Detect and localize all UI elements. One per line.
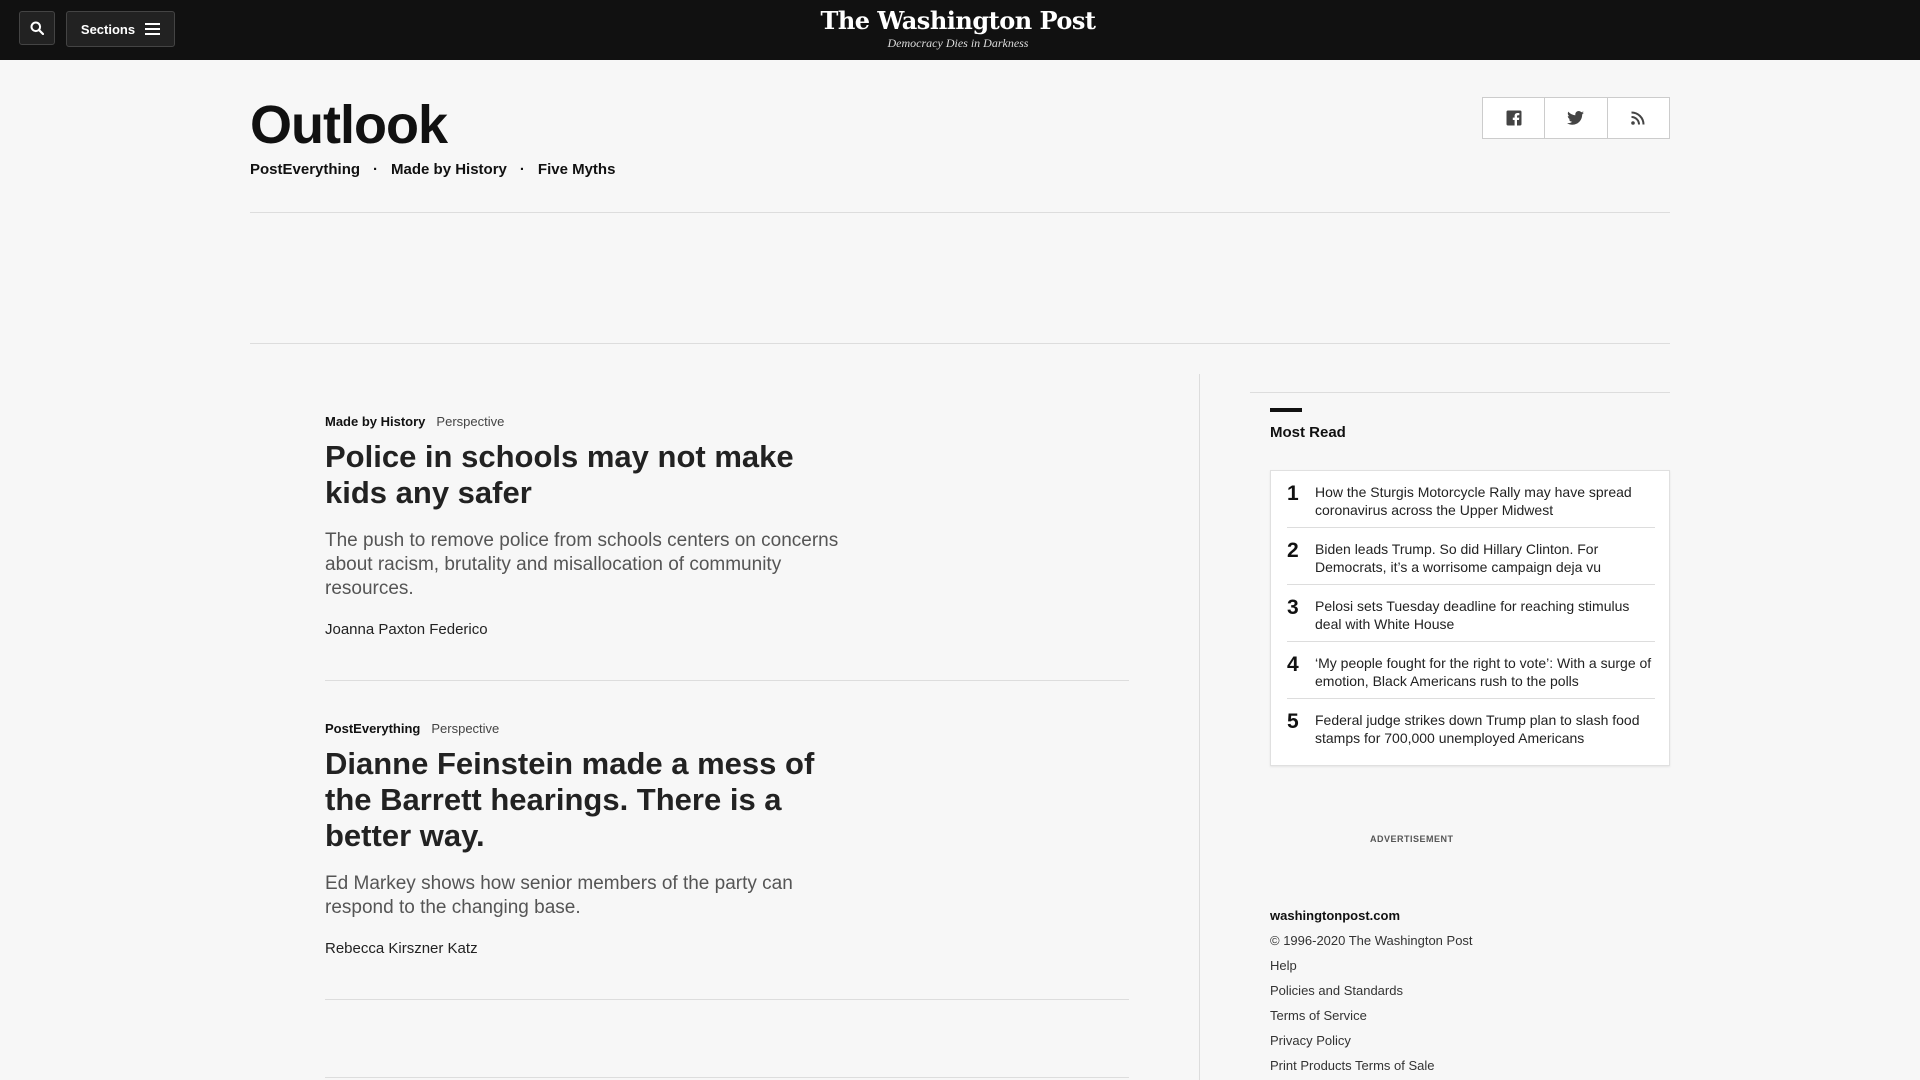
most-read-rank: 1: [1287, 482, 1299, 505]
footer-copyright: © 1996-2020 The Washington Post: [1270, 933, 1473, 948]
kicker-type: Perspective: [436, 414, 505, 429]
subnav-link-posteverything[interactable]: PostEverything: [250, 161, 360, 178]
sections-menu-button[interactable]: Sections: [66, 11, 175, 47]
footer-link-help[interactable]: Help: [1270, 958, 1297, 973]
article-blurb: The push to remove police from schools c…: [325, 530, 839, 599]
footer-site-name[interactable]: washingtonpost.com: [1270, 903, 1473, 928]
kicker-section-link[interactable]: Made by History: [325, 414, 425, 429]
article-divider: [325, 680, 1129, 681]
article-card[interactable]: PostEverything Perspective Dianne Feinst…: [325, 721, 1129, 957]
most-read-item[interactable]: 2 Biden leads Trump. So did Hillary Clin…: [1287, 528, 1655, 585]
article-headline[interactable]: Dianne Feinstein made a mess of the Barr…: [325, 746, 845, 854]
share-buttons: [1482, 97, 1670, 139]
most-read-list: 1 How the Sturgis Motorcycle Rally may h…: [1270, 470, 1670, 766]
subnav-link-five-myths[interactable]: Five Myths: [538, 161, 616, 178]
footer: washingtonpost.com © 1996-2020 The Washi…: [1270, 903, 1473, 1078]
most-read-rank: 2: [1287, 539, 1299, 562]
rss-button[interactable]: [1608, 98, 1669, 138]
twitter-icon: [1567, 111, 1585, 125]
site-tagline: Democracy Dies in Darkness: [887, 36, 1029, 50]
most-read-item[interactable]: 1 How the Sturgis Motorcycle Rally may h…: [1287, 471, 1655, 528]
footer-link-print-terms[interactable]: Print Products Terms of Sale: [1270, 1058, 1435, 1073]
footer-link-privacy[interactable]: Privacy Policy: [1270, 1033, 1351, 1048]
subnav-link-made-by-history[interactable]: Made by History: [391, 161, 507, 178]
most-read-headline[interactable]: Biden leads Trump. So did Hillary Clinto…: [1315, 540, 1655, 576]
subnav-separator: ·: [373, 161, 379, 178]
footer-link-terms[interactable]: Terms of Service: [1270, 1008, 1367, 1023]
article-kicker: PostEverything Perspective: [325, 721, 1129, 736]
most-read-rank: 3: [1287, 596, 1299, 619]
most-read-headline[interactable]: How the Sturgis Motorcycle Rally may hav…: [1315, 483, 1655, 519]
article-blurb: Ed Markey shows how senior members of th…: [325, 873, 793, 918]
most-read-accent-bar: [1270, 408, 1302, 412]
masthead[interactable]: The Washington Post Democracy Dies in Da…: [760, 6, 1156, 50]
article-divider: [325, 1077, 1129, 1078]
ad-slot-divider: [250, 343, 1670, 344]
rss-icon: [1631, 111, 1645, 125]
kicker-section-link[interactable]: PostEverything: [325, 721, 420, 736]
article-headline[interactable]: Police in schools may not make kids any …: [325, 439, 845, 511]
article-card[interactable]: Made by History Perspective Police in sc…: [325, 414, 1129, 638]
most-read-item[interactable]: 4 ‘My people fought for the right to vot…: [1287, 642, 1655, 699]
section-title: Outlook: [250, 95, 448, 155]
most-read-headline[interactable]: Pelosi sets Tuesday deadline for reachin…: [1315, 597, 1655, 633]
section-subnav: PostEverything · Made by History · Five …: [250, 161, 615, 178]
sections-label: Sections: [80, 21, 136, 37]
advertisement-label: ADVERTISEMENT: [1370, 834, 1454, 844]
rail-divider: [1250, 392, 1670, 393]
facebook-icon: [1506, 110, 1522, 126]
facebook-share-button[interactable]: [1483, 98, 1546, 138]
article-divider: [325, 999, 1129, 1000]
most-read-item[interactable]: 5 Federal judge strikes down Trump plan …: [1287, 699, 1655, 756]
footer-link-policies[interactable]: Policies and Standards: [1270, 983, 1403, 998]
most-read-item[interactable]: 3 Pelosi sets Tuesday deadline for reach…: [1287, 585, 1655, 642]
column-divider: [1199, 374, 1200, 1080]
article-kicker: Made by History Perspective: [325, 414, 1129, 429]
kicker-type: Perspective: [431, 721, 500, 736]
search-icon: [30, 21, 44, 35]
top-navigation-bar: Sections The Washington Post Democracy D…: [0, 0, 1920, 60]
site-logo[interactable]: The Washington Post: [760, 6, 1156, 36]
most-read-headline[interactable]: ‘My people fought for the right to vote’…: [1315, 654, 1655, 690]
most-read-rank: 4: [1287, 653, 1299, 676]
header-divider: [250, 212, 1670, 213]
most-read-title: Most Read: [1270, 424, 1346, 441]
most-read-header: Most Read: [1270, 408, 1670, 441]
article-byline[interactable]: Joanna Paxton Federico: [325, 621, 1129, 638]
subnav-separator: ·: [519, 161, 525, 178]
article-byline[interactable]: Rebecca Kirszner Katz: [325, 940, 1129, 957]
most-read-rank: 5: [1287, 710, 1299, 733]
search-button[interactable]: [19, 11, 55, 45]
twitter-share-button[interactable]: [1545, 98, 1608, 138]
most-read-headline[interactable]: Federal judge strikes down Trump plan to…: [1315, 711, 1655, 747]
hamburger-icon: [145, 23, 161, 35]
